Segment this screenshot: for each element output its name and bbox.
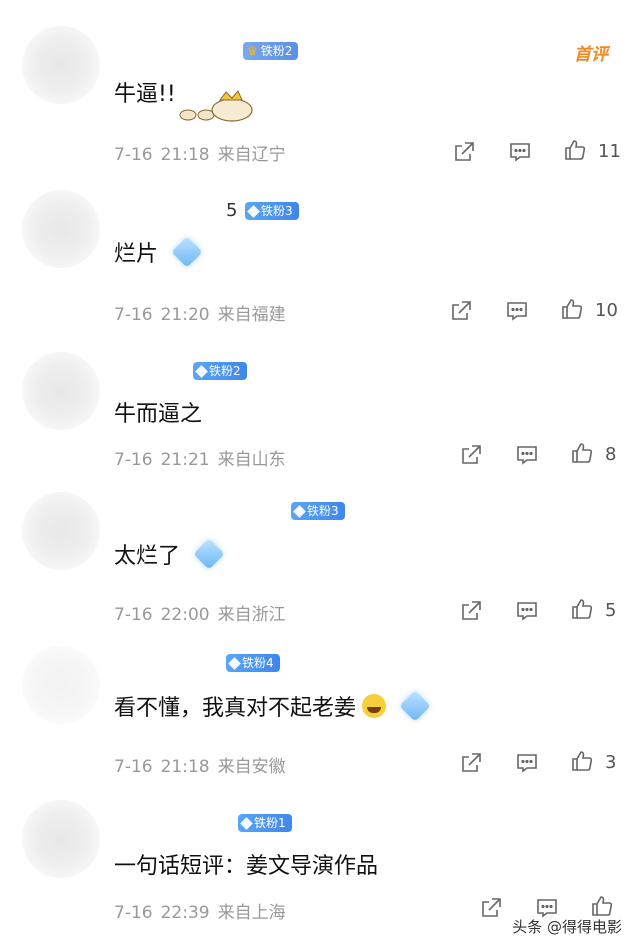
share-icon[interactable] <box>452 140 476 164</box>
fan-badge: 铁粉1 <box>238 814 292 832</box>
like-icon[interactable] <box>563 138 587 162</box>
like-icon[interactable] <box>560 297 584 321</box>
share-icon[interactable] <box>459 599 483 623</box>
reply-icon[interactable] <box>515 599 539 623</box>
avatar[interactable] <box>22 492 100 570</box>
diamond-icon <box>247 204 260 218</box>
like-count: 5 <box>605 600 617 621</box>
reply-icon[interactable] <box>515 751 539 775</box>
diamond-icon <box>195 364 208 378</box>
comment-meta: 7-16 21:20 来自福建 <box>114 305 286 325</box>
diamond-sticker-icon <box>171 236 203 268</box>
like-icon[interactable] <box>570 749 594 773</box>
comment-text: 牛逼!! <box>114 82 176 107</box>
diamond-sticker-icon <box>193 538 225 570</box>
first-comment-label: 首评 <box>574 45 608 65</box>
share-icon[interactable] <box>459 751 483 775</box>
diamond-icon <box>240 816 253 830</box>
avatar[interactable] <box>22 190 100 268</box>
comment-text: 看不懂，我真对不起老姜 <box>114 690 431 722</box>
comment-text: 太烂了 <box>114 538 225 570</box>
like-icon[interactable] <box>570 597 594 621</box>
username-fragment[interactable]: 5 <box>226 200 237 221</box>
fan-badge: 铁粉3 <box>291 502 345 520</box>
share-icon[interactable] <box>459 443 483 467</box>
fan-badge: 铁粉3 <box>245 202 299 220</box>
comment-text: 牛而逼之 <box>114 402 203 427</box>
dumpling-sticker-icon <box>176 88 256 126</box>
like-icon[interactable] <box>590 894 614 918</box>
crown-icon: ♛ <box>247 44 258 58</box>
reply-icon[interactable] <box>505 299 529 323</box>
share-icon[interactable] <box>479 896 503 920</box>
reply-icon[interactable] <box>515 443 539 467</box>
watermark: 头条 @得得电影 <box>512 918 622 936</box>
diamond-icon <box>228 656 241 670</box>
comment-meta: 7-16 21:18 来自安徽 <box>114 757 286 777</box>
avatar[interactable] <box>22 646 100 724</box>
like-count: 8 <box>605 444 617 465</box>
comment-meta: 7-16 21:18 来自辽宁 <box>114 145 286 165</box>
reply-icon[interactable] <box>508 140 532 164</box>
fan-badge: 铁粉4 <box>226 654 280 672</box>
avatar[interactable] <box>22 352 100 430</box>
laughing-emoji-icon <box>362 694 387 718</box>
fan-badge: 铁粉2 <box>193 362 247 380</box>
diamond-sticker-icon <box>399 690 431 722</box>
comment-text: 一句话短评：姜文导演作品 <box>114 854 379 879</box>
fan-badge: ♛ 铁粉2 <box>243 42 299 60</box>
comment-text: 烂片 <box>114 236 203 268</box>
diamond-icon <box>293 504 306 518</box>
comment-meta: 7-16 22:00 来自浙江 <box>114 605 286 625</box>
avatar[interactable] <box>22 26 100 104</box>
share-icon[interactable] <box>449 299 473 323</box>
like-count: 3 <box>605 752 617 773</box>
like-count: 11 <box>598 141 621 162</box>
comment-meta: 7-16 21:21 来自山东 <box>114 450 286 470</box>
comment-meta: 7-16 22:39 来自上海 <box>114 903 286 923</box>
like-icon[interactable] <box>570 441 594 465</box>
like-count: 10 <box>595 300 618 321</box>
avatar[interactable] <box>22 800 100 878</box>
